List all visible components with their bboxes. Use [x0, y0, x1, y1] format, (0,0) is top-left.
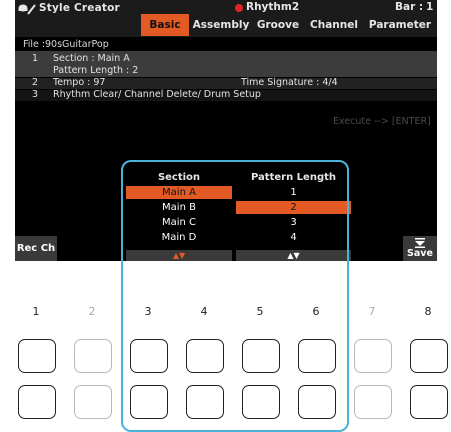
tab-parameter[interactable]: Parameter [365, 14, 435, 36]
hardware-button-7-lower[interactable] [354, 385, 392, 419]
hardware-button-2-upper[interactable] [74, 339, 112, 373]
hardware-button-2-lower[interactable] [74, 385, 112, 419]
section-setting: Section : Main A [53, 53, 130, 64]
item-number: 1 [32, 53, 39, 64]
button-number-2: 2 [88, 305, 96, 318]
list-item-1[interactable]: 1 Section : Main A Pattern Length : 2 [15, 51, 437, 77]
hardware-button-3-upper[interactable] [130, 339, 168, 373]
record-indicator-icon [235, 4, 243, 12]
hardware-button-1-lower[interactable] [18, 385, 56, 419]
button-number-8: 8 [424, 305, 432, 318]
save-button[interactable]: Save [403, 236, 437, 261]
bar-value: 1 [426, 1, 434, 13]
save-icon [415, 238, 425, 248]
execute-hint: Execute --> [ENTER] [333, 116, 431, 127]
button-number-4: 4 [200, 305, 208, 318]
hardware-button-6-lower[interactable] [298, 385, 336, 419]
app-title: Style Creator [39, 2, 120, 14]
hardware-button-8-upper[interactable] [410, 339, 448, 373]
bar-label: Bar : [395, 1, 424, 13]
time-signature-setting: Time Signature : 4/4 [241, 77, 338, 88]
tempo-setting: Tempo : 97 [53, 77, 106, 88]
item-number: 3 [32, 89, 39, 100]
hardware-button-6-upper[interactable] [298, 339, 336, 373]
file-name: 90sGuitarPop [45, 39, 109, 50]
hardware-button-5-lower[interactable] [242, 385, 280, 419]
tab-basic[interactable]: Basic [141, 14, 189, 36]
tab-assembly[interactable]: Assembly [191, 14, 251, 36]
rhythm-clear-item: Rhythm Clear/ Channel Delete/ Drum Setup [53, 89, 261, 100]
button-number-6: 6 [312, 305, 320, 318]
button-number-3: 3 [144, 305, 152, 318]
button-number-7: 7 [368, 305, 376, 318]
style-creator-icon [18, 4, 36, 15]
save-label: Save [407, 248, 433, 259]
tab-channel[interactable]: Channel [307, 14, 361, 36]
tab-groove[interactable]: Groove [253, 14, 303, 36]
button-number-5: 5 [256, 305, 264, 318]
hardware-button-7-upper[interactable] [354, 339, 392, 373]
rec-ch-button[interactable]: Rec Ch [15, 236, 57, 261]
hardware-button-4-lower[interactable] [186, 385, 224, 419]
style-name: Rhythm2 [246, 1, 300, 13]
title-bar: Style Creator Rhythm2 Bar : 1 Basic Asse… [15, 0, 437, 37]
hardware-button-5-upper[interactable] [242, 339, 280, 373]
button-number-1: 1 [32, 305, 40, 318]
hardware-button-8-lower[interactable] [410, 385, 448, 419]
file-label: File : [23, 39, 46, 50]
item-number: 2 [32, 77, 39, 88]
hardware-button-3-lower[interactable] [130, 385, 168, 419]
list-item-2[interactable]: 2 Tempo : 97 Time Signature : 4/4 [15, 77, 437, 89]
pattern-length-setting: Pattern Length : 2 [53, 65, 139, 76]
hardware-button-4-upper[interactable] [186, 339, 224, 373]
hardware-button-1-upper[interactable] [18, 339, 56, 373]
list-item-3[interactable]: 3 Rhythm Clear/ Channel Delete/ Drum Set… [15, 89, 437, 101]
